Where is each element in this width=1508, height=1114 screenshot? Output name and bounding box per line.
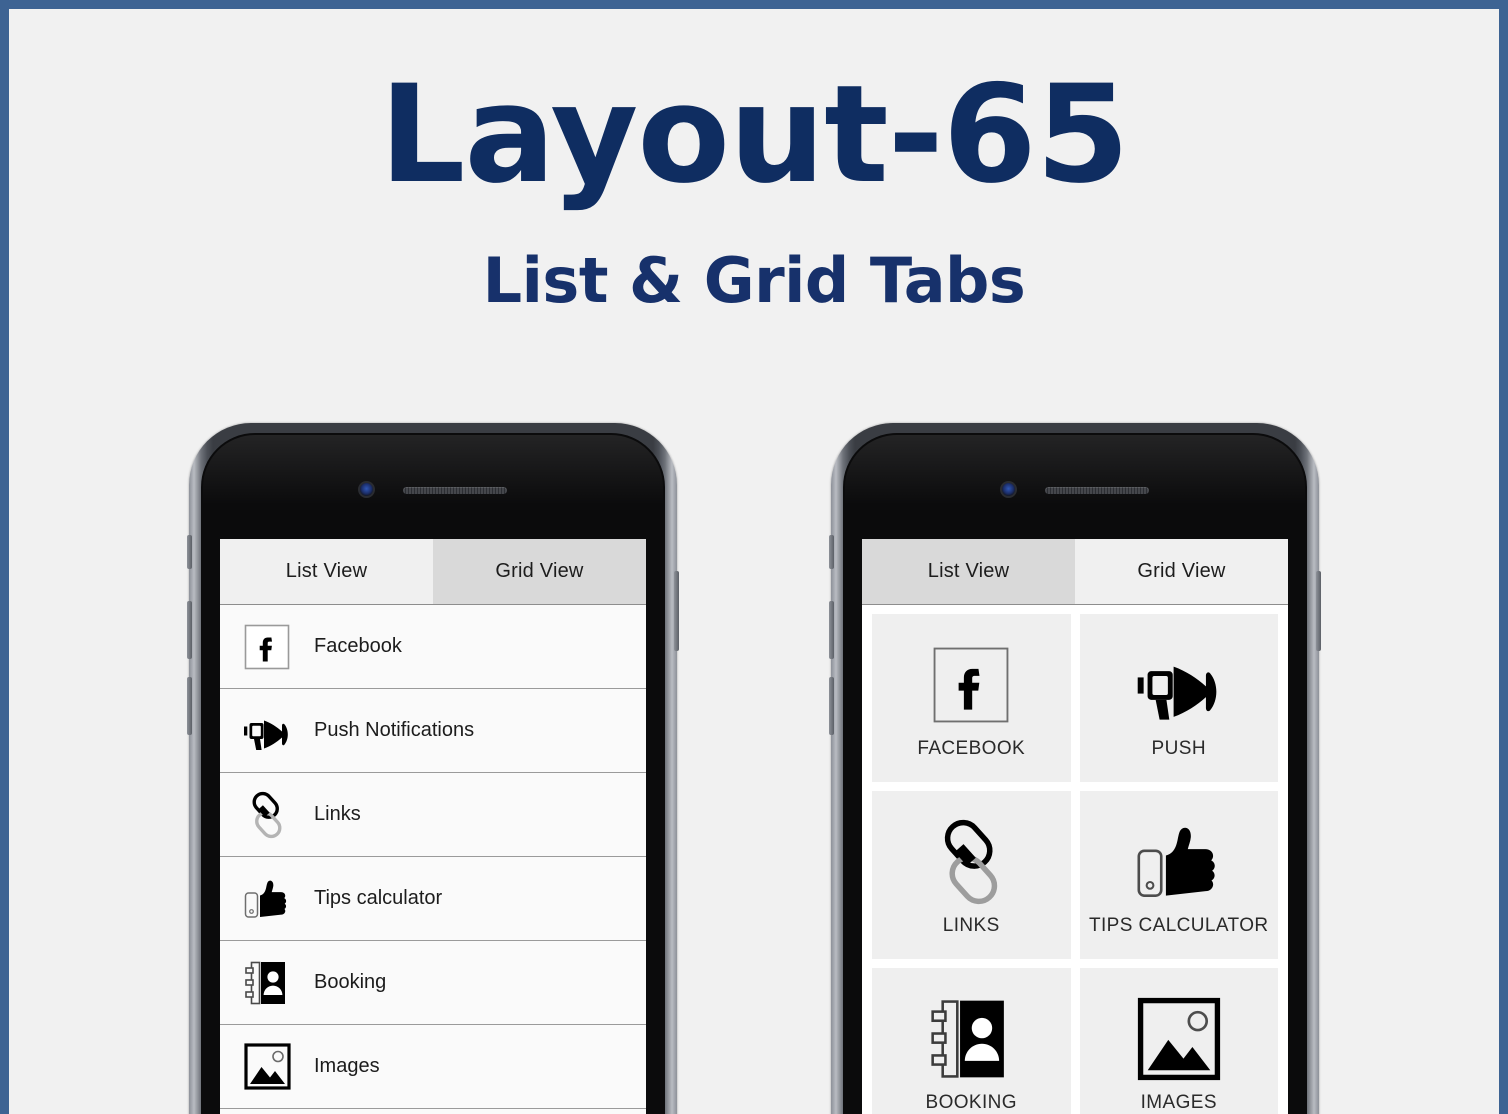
list-item-label: Images bbox=[314, 1055, 380, 1077]
grid-item-label: BOOKING bbox=[925, 1092, 1017, 1113]
grid-item[interactable]: IMAGES bbox=[1079, 968, 1278, 1114]
grid-item-label: PUSH bbox=[1151, 738, 1206, 759]
tab-list-view[interactable]: List View bbox=[220, 539, 433, 604]
list-item-label: Links bbox=[314, 803, 361, 825]
list-item-label: Push Notifications bbox=[314, 719, 475, 741]
grid-item[interactable]: TIPS CALCULATOR bbox=[1079, 791, 1278, 959]
thumbs-up-icon bbox=[238, 870, 296, 928]
screen-right: List View Grid View FACEBOOK PUSH LINKS … bbox=[862, 539, 1288, 1114]
chain-links-icon bbox=[238, 786, 296, 844]
earpiece-speaker-icon bbox=[1045, 487, 1149, 494]
megaphone-icon bbox=[1134, 636, 1224, 734]
grid-item-label: TIPS CALCULATOR bbox=[1088, 915, 1269, 936]
list-container: Facebook Push Notifications Links Tips c… bbox=[220, 605, 646, 1114]
tab-grid-view-label: Grid View bbox=[495, 560, 584, 582]
volume-up-button[interactable] bbox=[187, 601, 192, 659]
screen-left: List View Grid View Facebook Push Notifi… bbox=[220, 539, 646, 1114]
grid-item-label: IMAGES bbox=[1140, 1092, 1217, 1113]
address-book-icon bbox=[238, 954, 296, 1012]
title-block: Layout-65 List & Grid Tabs bbox=[9, 67, 1499, 312]
list-item-label: Facebook bbox=[314, 635, 402, 657]
grid-item-label: FACEBOOK bbox=[917, 738, 1026, 759]
silent-switch-button[interactable] bbox=[829, 535, 834, 569]
power-button[interactable] bbox=[674, 571, 679, 651]
poster-canvas: Layout-65 List & Grid Tabs List View Gri… bbox=[0, 0, 1508, 1114]
grid-container: FACEBOOK PUSH LINKS TIPS CALCULATOR BOOK… bbox=[862, 605, 1288, 1114]
tab-list-view[interactable]: List View bbox=[862, 539, 1075, 604]
list-item[interactable]: Links bbox=[220, 773, 646, 857]
list-view-phone: List View Grid View Facebook Push Notifi… bbox=[187, 423, 679, 1114]
tab-grid-view[interactable]: Grid View bbox=[433, 539, 646, 604]
list-item[interactable] bbox=[220, 1109, 646, 1114]
volume-down-button[interactable] bbox=[187, 677, 192, 735]
facebook-icon bbox=[238, 618, 296, 676]
thumbs-up-icon bbox=[1134, 813, 1224, 911]
volume-up-button[interactable] bbox=[829, 601, 834, 659]
page-subtitle: List & Grid Tabs bbox=[482, 244, 1026, 317]
tabbar-right: List View Grid View bbox=[862, 539, 1288, 605]
page-title: Layout-65 bbox=[379, 56, 1129, 213]
volume-down-button[interactable] bbox=[829, 677, 834, 735]
grid-item[interactable]: LINKS bbox=[872, 791, 1071, 959]
list-item-label: Booking bbox=[314, 971, 387, 993]
grid-item[interactable]: FACEBOOK bbox=[872, 614, 1071, 782]
list-item[interactable]: Facebook bbox=[220, 605, 646, 689]
front-camera-icon bbox=[1000, 481, 1017, 498]
tabbar-left: List View Grid View bbox=[220, 539, 646, 605]
grid-item[interactable]: BOOKING bbox=[872, 968, 1071, 1114]
megaphone-icon bbox=[238, 702, 296, 760]
power-button[interactable] bbox=[1316, 571, 1321, 651]
grid-item-label: LINKS bbox=[942, 915, 1000, 936]
chain-links-icon bbox=[927, 813, 1015, 911]
image-icon bbox=[1137, 990, 1221, 1088]
silent-switch-button[interactable] bbox=[187, 535, 192, 569]
grid-view-phone: List View Grid View FACEBOOK PUSH LINKS … bbox=[829, 423, 1321, 1114]
tab-list-view-label: List View bbox=[285, 560, 368, 582]
earpiece-speaker-icon bbox=[403, 487, 507, 494]
facebook-icon bbox=[932, 636, 1010, 734]
address-book-icon bbox=[929, 990, 1013, 1088]
grid-item[interactable]: PUSH bbox=[1079, 614, 1278, 782]
list-item[interactable]: Push Notifications bbox=[220, 689, 646, 773]
list-item[interactable]: Booking bbox=[220, 941, 646, 1025]
tab-grid-view-label: Grid View bbox=[1137, 560, 1226, 582]
front-camera-icon bbox=[358, 481, 375, 498]
list-item-label: Tips calculator bbox=[314, 887, 443, 909]
list-item[interactable]: Tips calculator bbox=[220, 857, 646, 941]
tab-list-view-label: List View bbox=[927, 560, 1010, 582]
image-icon bbox=[238, 1038, 296, 1096]
tab-grid-view[interactable]: Grid View bbox=[1075, 539, 1288, 604]
list-item[interactable]: Images bbox=[220, 1025, 646, 1109]
